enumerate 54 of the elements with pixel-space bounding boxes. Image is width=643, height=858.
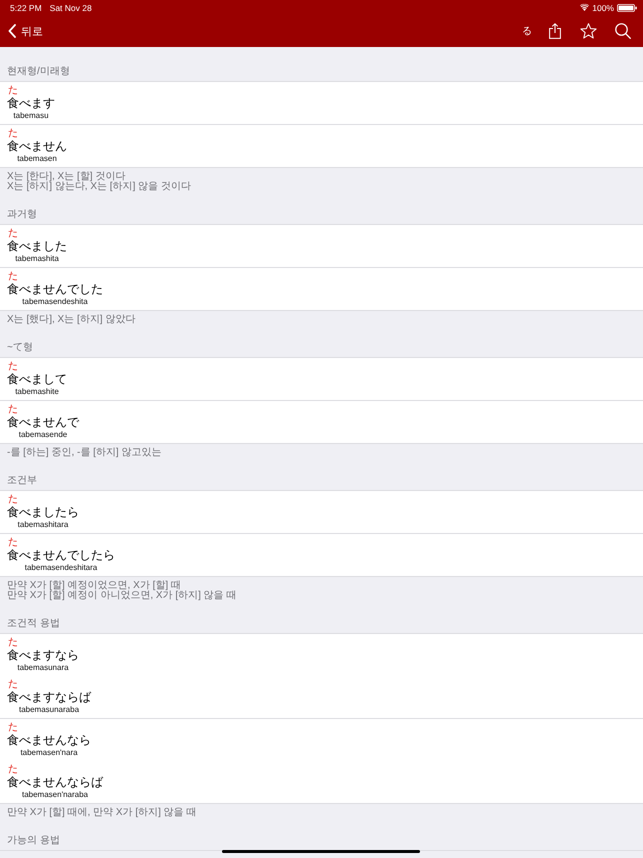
battery-icon [617, 4, 637, 12]
status-time: 5:22 PM [10, 2, 42, 12]
furigana-text: た [7, 86, 18, 96]
japanese-word: 食べませんでした [7, 282, 103, 297]
section-note: X는 [하지] 않는다, X는 [하지] 않을 것이다 [7, 182, 192, 192]
section-note: X는 [했다], X는 [하지] 않았다 [7, 315, 136, 325]
japanese-word: 食べませんでしたら [7, 548, 115, 563]
back-button[interactable]: 뒤로 [8, 24, 43, 38]
section-note: 만약 X가 [할] 예정이 아니었으면, X가 [하지] 않을 때 [7, 591, 238, 601]
japanese-word: 食べますならば [7, 690, 91, 705]
wifi-icon [580, 4, 590, 11]
japanese-word: 食べませんならば [7, 775, 103, 790]
romaji-text: tabemashita [15, 254, 59, 264]
furigana-text: た [7, 362, 18, 372]
romaji-text: tabemasunara [17, 663, 69, 673]
japanese-word: 食べませんで [7, 415, 79, 430]
furigana-text: た [7, 723, 18, 733]
romaji-text: tabemasen'naraba [22, 790, 88, 800]
search-icon[interactable] [615, 23, 631, 39]
furigana-text: た [7, 765, 18, 775]
japanese-word: 食べましたら [7, 505, 79, 520]
furigana-text: た [7, 495, 18, 505]
star-icon[interactable] [580, 23, 597, 39]
chevron-icon [8, 24, 16, 38]
furigana-text: た [7, 229, 18, 239]
japanese-word: 食べませんなら [7, 733, 91, 748]
share-icon[interactable] [549, 23, 561, 39]
furigana-text: た [7, 638, 18, 648]
form-toggle-button[interactable]: る [522, 24, 532, 38]
japanese-word: 食べます [7, 96, 55, 111]
romaji-text: tabemasen'nara [20, 748, 78, 758]
romaji-text: tabemasu [13, 111, 49, 121]
japanese-word: 食べまして [7, 372, 67, 387]
status-date: Sat Nov 28 [50, 2, 92, 12]
romaji-text: tabemashitara [18, 520, 68, 530]
japanese-word: 食べました [7, 239, 67, 254]
romaji-text: tabemasendeshita [22, 297, 88, 307]
furigana-text: た [7, 538, 18, 548]
furigana-text: た [7, 129, 18, 139]
section-note: 만약 X가 [할] 예정이었으면, X가 [할] 때 [7, 581, 181, 591]
furigana-text: た [7, 680, 18, 690]
japanese-word: 食べません [7, 139, 67, 154]
section-note: X는 [한다], X는 [할] 것이다 [7, 172, 126, 182]
romaji-text: tabemasende [18, 430, 68, 440]
japanese-word: 食べますなら [7, 648, 79, 663]
furigana-text: た [7, 405, 18, 415]
romaji-text: tabemasen [17, 154, 57, 164]
furigana-text: た [7, 272, 18, 282]
romaji-text: tabemasendeshitara [24, 563, 98, 573]
battery-percent: 100% [592, 2, 614, 12]
romaji-text: tabemasunaraba [18, 705, 80, 715]
section-note: 만약 X가 [할] 때에, 만약 X가 [하지] 않을 때 [7, 808, 198, 818]
section-note: -를 [하는] 중인, -를 [하지] 않고있는 [7, 448, 162, 458]
romaji-text: tabemashite [15, 387, 59, 397]
